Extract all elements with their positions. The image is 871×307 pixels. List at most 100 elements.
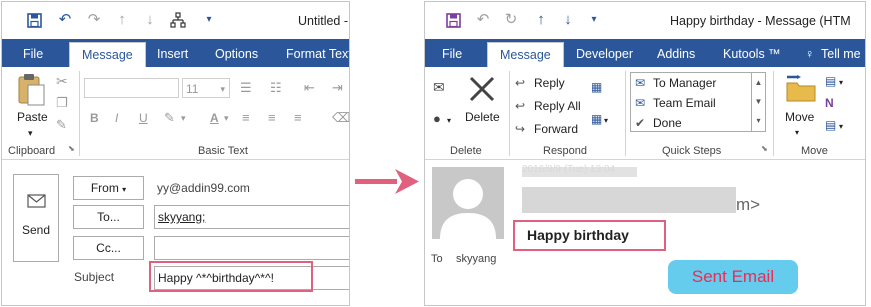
to-recipient[interactable]: skyyang;: [158, 210, 205, 224]
clipboard-launcher-icon[interactable]: ⬊: [68, 141, 75, 157]
from-button[interactable]: From ▾: [73, 176, 144, 200]
up-arrow-icon[interactable]: ↑: [114, 12, 130, 28]
rules-icon[interactable]: ▤: [825, 73, 836, 89]
scroll-down-icon[interactable]: ▼: [752, 92, 765, 111]
tab-tell-me[interactable]: Tell me: [821, 42, 861, 67]
increase-indent-icon[interactable]: ⇥: [332, 80, 343, 96]
send-button[interactable]: Send: [13, 174, 59, 262]
quick-step-done[interactable]: ✔ Done: [631, 113, 682, 133]
forward-button[interactable]: Forward: [534, 121, 578, 137]
delete-button[interactable]: Delete: [465, 109, 500, 125]
tab-developer[interactable]: Developer: [576, 42, 633, 67]
paste-button[interactable]: Paste: [17, 109, 48, 125]
format-painter-icon[interactable]: ✎: [56, 117, 67, 133]
team-email-label: Team Email: [653, 96, 716, 110]
save-icon[interactable]: [445, 12, 461, 28]
up-arrow-icon[interactable]: ↑: [533, 12, 549, 28]
forward-icon[interactable]: ↪: [515, 121, 525, 137]
gallery-scrollbar[interactable]: ▲ ▼ ▾: [751, 73, 765, 131]
align-right-icon[interactable]: ≡: [294, 110, 302, 126]
tell-me-lightbulb-icon[interactable]: ♀: [805, 42, 814, 67]
divider: [773, 71, 774, 156]
tab-insert[interactable]: Insert: [157, 42, 188, 67]
ignore-icon[interactable]: ✉: [433, 79, 445, 95]
quick-steps-launcher-icon[interactable]: ⬊: [761, 141, 768, 157]
quick-step-team-email[interactable]: ✉ Team Email: [631, 93, 716, 113]
undo-icon[interactable]: ↶: [57, 12, 73, 28]
junk-dropdown-icon[interactable]: ▾: [447, 113, 451, 129]
tab-file[interactable]: File: [442, 42, 462, 67]
decrease-indent-icon[interactable]: ⇤: [304, 80, 315, 96]
numbering-icon[interactable]: ☷: [270, 80, 282, 96]
move-dropdown-icon[interactable]: ▾: [795, 125, 799, 141]
cc-field[interactable]: [154, 236, 349, 260]
actions-icon[interactable]: ▤: [825, 117, 836, 133]
reply-all-button[interactable]: Reply All: [534, 98, 581, 114]
rules-dropdown-icon[interactable]: ▾: [839, 75, 843, 91]
tab-format-text[interactable]: Format Text: [286, 42, 349, 67]
reply-button[interactable]: Reply: [534, 75, 565, 91]
underline-button[interactable]: U: [139, 110, 148, 126]
actions-dropdown-icon[interactable]: ▾: [839, 119, 843, 135]
down-arrow-icon[interactable]: ↓: [142, 12, 158, 28]
clear-format-icon[interactable]: ⌫: [332, 110, 349, 126]
down-arrow-icon[interactable]: ↓: [560, 12, 576, 28]
bullets-icon[interactable]: ☰: [240, 80, 252, 96]
save-icon[interactable]: [26, 12, 42, 28]
more-respond-dropdown-icon[interactable]: ▾: [604, 113, 608, 129]
align-left-icon[interactable]: ≡: [242, 110, 250, 126]
highlight-icon[interactable]: ✎: [164, 110, 175, 126]
respond-group-label: Respond: [543, 145, 588, 157]
move-button[interactable]: Move: [785, 109, 814, 125]
tab-options[interactable]: Options: [215, 42, 258, 67]
gallery-expand-icon[interactable]: ▾: [752, 111, 765, 130]
align-center-icon[interactable]: ≡: [268, 110, 276, 126]
organization-icon[interactable]: [170, 12, 186, 28]
tab-addins[interactable]: Addins: [657, 42, 695, 67]
customize-dropdown-icon[interactable]: ▾: [201, 12, 217, 28]
sender-name-tail: m>: [736, 195, 761, 214]
junk-icon[interactable]: ●: [433, 111, 441, 127]
reply-all-icon[interactable]: ↩: [515, 98, 525, 114]
scroll-up-icon[interactable]: ▲: [752, 73, 765, 92]
checkmark-icon: ✔: [635, 116, 646, 130]
sent-email-badge: Sent Email: [668, 260, 798, 294]
send-icon: [27, 191, 47, 212]
highlight-dropdown-icon[interactable]: ▾: [181, 110, 186, 126]
tab-file[interactable]: File: [23, 42, 43, 67]
more-respond-icon[interactable]: ▦: [591, 111, 602, 127]
to-button[interactable]: To...: [73, 205, 144, 229]
font-size-box[interactable]: 11 ▾: [182, 78, 230, 98]
paste-dropdown-icon[interactable]: ▾: [28, 125, 33, 141]
refresh-icon[interactable]: ↻: [503, 12, 519, 28]
tab-message[interactable]: Message: [69, 42, 146, 67]
cc-button[interactable]: Cc...: [73, 236, 144, 260]
quick-step-to-manager[interactable]: ✉ To Manager: [631, 73, 716, 93]
clipboard-group-label: Clipboard: [8, 145, 56, 157]
bold-button[interactable]: B: [90, 110, 99, 126]
customize-dropdown-icon[interactable]: ▾: [586, 12, 602, 28]
onenote-icon[interactable]: N: [825, 95, 834, 111]
copy-icon[interactable]: ❐: [56, 95, 68, 111]
redo-icon[interactable]: ↷: [86, 12, 102, 28]
reply-icon[interactable]: ↩: [515, 75, 525, 91]
window-title: Untitled -: [298, 14, 349, 28]
font-color-icon[interactable]: A: [210, 110, 219, 126]
font-color-dropdown-icon[interactable]: ▾: [224, 110, 229, 126]
to-field[interactable]: skyyang;: [154, 205, 349, 229]
to-recipient: skyyang: [456, 253, 497, 265]
subject-highlight-box: [513, 220, 666, 251]
done-label: Done: [653, 116, 682, 130]
quick-access-toolbar: ↶ ↻ ↑ ↓ ▾ Happy birthday - Message (HTM: [425, 2, 865, 39]
meeting-icon[interactable]: ▦: [591, 79, 602, 95]
font-name-box[interactable]: [84, 78, 179, 98]
italic-button[interactable]: I: [115, 110, 118, 126]
tab-kutools[interactable]: Kutools ™: [723, 42, 781, 67]
delete-icon[interactable]: [467, 74, 497, 107]
ribbon-tabs: File Message Insert Options Format Text: [2, 39, 349, 67]
paste-icon[interactable]: [16, 73, 48, 110]
cut-icon[interactable]: ✂: [56, 73, 68, 89]
tab-message[interactable]: Message: [487, 42, 564, 67]
move-icon[interactable]: [785, 75, 817, 106]
undo-icon[interactable]: ↶: [475, 12, 491, 28]
